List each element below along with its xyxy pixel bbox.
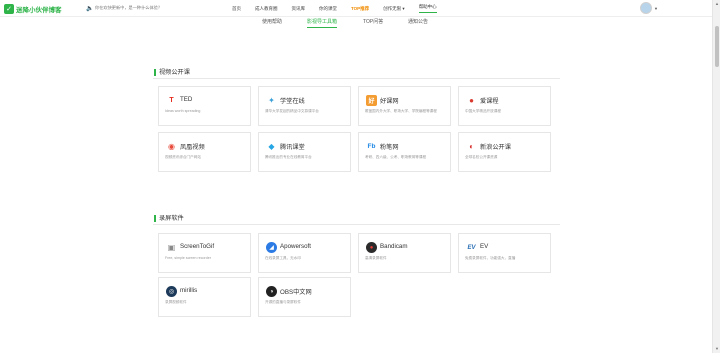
obs-logo-icon: ◑ (266, 286, 277, 297)
card-desc: 覆盖国内外大学、职场大学、学院编程等课程 (365, 109, 437, 113)
card-fenbi[interactable]: Fb 粉笔网 考研、四六级、公考、职场教育等课程 (358, 132, 451, 172)
mirillis-logo-icon: ◎ (166, 286, 177, 297)
scrollbar-thumb[interactable] (715, 26, 719, 67)
tab-toolbox[interactable]: 影视导工具箱 (307, 18, 338, 28)
card-sina[interactable]: ◐ 新浪公开课 全球名校公开课资源 (458, 132, 551, 172)
card-desc: 腾讯推出的专业在线教育平台 (265, 155, 312, 159)
card-name: 腾讯课堂 (280, 144, 305, 151)
card-desc: 免费录屏软件，功能强大，直播 (465, 256, 516, 260)
card-desc: 开源的直播与录屏软件 (265, 300, 301, 304)
tab-help[interactable]: 使用帮助 (262, 18, 282, 25)
screentogif-logo-icon: ▣ (166, 242, 177, 253)
logo-icon: ✓ (4, 3, 14, 14)
tab-notices[interactable]: 通知公告 (408, 18, 428, 25)
card-name: Bandicam (380, 243, 408, 250)
card-name: mirillis (180, 287, 198, 294)
card-name: 凤凰视频 (180, 144, 205, 151)
fenbi-logo-icon: Fb (366, 141, 377, 152)
card-desc: 全球名校公开课资源 (465, 155, 498, 159)
card-name: Apowersoft (280, 243, 311, 250)
tab-top-qa[interactable]: TOP问答 (363, 18, 383, 25)
nav-top[interactable]: TOP推荐 (351, 6, 369, 12)
sub-nav: 使用帮助 影视导工具箱 TOP问答 通知公告 (0, 17, 712, 30)
section-title-open-courses: 视频公开课 (154, 69, 190, 76)
card-desc: 视频资讯综合门户网站 (165, 155, 201, 159)
card-mirillis[interactable]: ◎ mirillis 录屏视频软件 (158, 277, 251, 317)
speaker-icon: 🔈 (86, 6, 94, 12)
ted-logo-icon: T (166, 95, 177, 106)
top-bar: ✓ 迷降小伙伴博客 🔈 你在欢快更新中，是一种什么体验？ 首页 成人教育圈 资讯… (0, 0, 712, 17)
card-bandicam[interactable]: ● Bandicam 高清录屏软件 (358, 233, 451, 273)
announcement-ticker[interactable]: 你在欢快更新中，是一种什么体验？ (95, 5, 162, 11)
card-xuetang[interactable]: ✦ 学堂在线 清华大学发起的精品中文慕课平台 (258, 86, 351, 126)
card-apowersoft[interactable]: ◢ Apowersoft 在线录屏工具，无水印 (258, 233, 351, 273)
card-desc: 高清录屏软件 (365, 256, 387, 260)
card-aikecheng[interactable]: ● 爱课程 中国大学精品开放课程 (458, 86, 551, 126)
divider (153, 224, 560, 225)
card-name: OBS中文网 (280, 289, 312, 296)
apowersoft-logo-icon: ◢ (266, 242, 277, 253)
card-name: EV (480, 243, 489, 250)
divider (153, 78, 560, 79)
ev-logo-icon: EV (466, 242, 477, 253)
card-haoke[interactable]: 好 好课网 覆盖国内外大学、职场大学、学院编程等课程 (358, 86, 451, 126)
site-logo[interactable]: ✓ 迷降小伙伴博客 (4, 3, 62, 14)
logo-text: 迷降小伙伴博客 (16, 6, 62, 14)
card-desc: Ideas worth spreading (165, 109, 201, 113)
card-name: 粉笔网 (380, 144, 399, 151)
card-name: 爱课程 (480, 98, 499, 105)
card-name: 学堂在线 (280, 98, 305, 105)
section-title-screen-recording: 录屏软件 (154, 215, 184, 222)
card-name: TED (180, 96, 193, 103)
nav-help-center[interactable]: 帮助中心 (418, 4, 437, 13)
card-ted[interactable]: T TED Ideas worth spreading (158, 86, 251, 126)
card-desc: 中国大学精品开放课程 (465, 109, 501, 113)
nav-home[interactable]: 首页 (232, 6, 241, 12)
chevron-down-icon[interactable]: ▼ (654, 6, 658, 11)
nav-create[interactable]: 创作无限 ▾ (383, 6, 405, 12)
nav-resources[interactable]: 资讯库 (292, 6, 306, 12)
avatar[interactable] (640, 2, 652, 14)
card-ev[interactable]: EV EV 免费录屏软件，功能强大，直播 (458, 233, 551, 273)
bandicam-logo-icon: ● (366, 242, 377, 253)
card-desc: 在线录屏工具，无水印 (265, 256, 301, 260)
nav-classroom[interactable]: 你的课堂 (319, 6, 337, 12)
phoenix-logo-icon: ◉ (166, 141, 177, 152)
card-desc: 录屏视频软件 (165, 300, 187, 304)
card-name: ScreenToGif (180, 243, 215, 250)
xuetang-logo-icon: ✦ (266, 95, 277, 106)
card-obs[interactable]: ◑ OBS中文网 开源的直播与录屏软件 (258, 277, 351, 317)
card-name: 好课网 (380, 98, 399, 105)
scroll-down-icon[interactable]: ▼ (715, 346, 719, 351)
nav-adult-edu[interactable]: 成人教育圈 (255, 6, 278, 12)
page-scrollbar[interactable]: ▲ ▼ (712, 0, 720, 353)
card-desc: 清华大学发起的精品中文慕课平台 (265, 109, 319, 113)
card-tencent-class[interactable]: ◆ 腾讯课堂 腾讯推出的专业在线教育平台 (258, 132, 351, 172)
card-name: 新浪公开课 (480, 144, 511, 151)
aikecheng-logo-icon: ● (466, 95, 477, 106)
tencent-class-logo-icon: ◆ (266, 141, 277, 152)
scroll-up-icon[interactable]: ▲ (715, 1, 719, 6)
main-nav: 首页 成人教育圈 资讯库 你的课堂 TOP推荐 创作无限 ▾ 帮助中心 (232, 0, 451, 17)
card-screentogif[interactable]: ▣ ScreenToGif Free, simple screen record… (158, 233, 251, 273)
sina-logo-icon: ◐ (466, 141, 477, 152)
card-desc: Free, simple screen recorder (165, 256, 211, 260)
haoke-logo-icon: 好 (366, 95, 377, 106)
card-desc: 考研、四六级、公考、职场教育等课程 (365, 155, 427, 159)
card-phoenix[interactable]: ◉ 凤凰视频 视频资讯综合门户网站 (158, 132, 251, 172)
